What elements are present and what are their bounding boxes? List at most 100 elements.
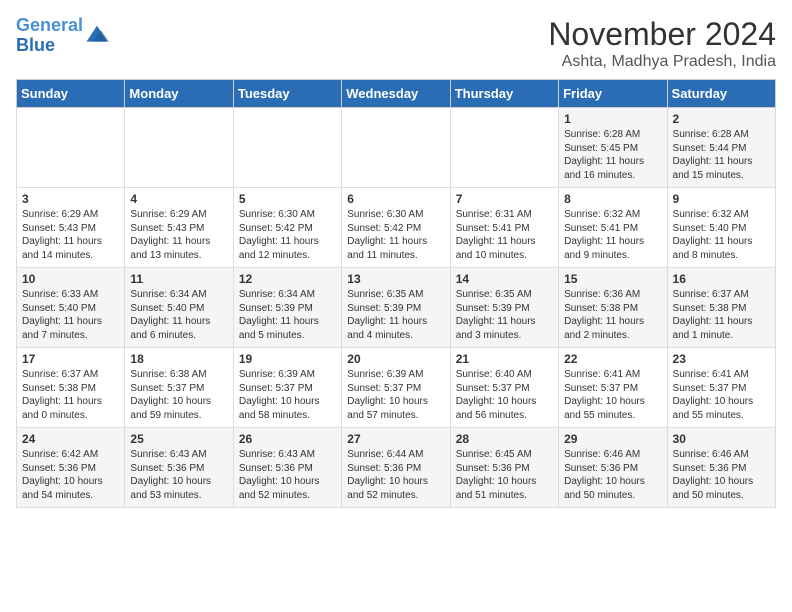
day-number: 12 [239, 272, 336, 286]
day-number: 13 [347, 272, 444, 286]
logo: General Blue [16, 16, 109, 56]
week-row-5: 24 Sunrise: 6:42 AM Sunset: 5:36 PM Dayli… [17, 428, 776, 508]
header-cell-friday: Friday [559, 80, 667, 108]
cell-content: Sunrise: 6:34 AM Sunset: 5:39 PM Dayligh… [239, 288, 336, 342]
location-text: Ashta, Madhya Pradesh, India [548, 53, 776, 71]
header-cell-tuesday: Tuesday [233, 80, 341, 108]
calendar-cell: 11Sunrise: 6:34 AM Sunset: 5:40 PM Dayli… [125, 268, 233, 348]
day-number: 3 [22, 192, 119, 206]
cell-content: Sunrise: 6:46 AM Sunset: 5:36 PM Dayligh… [564, 448, 661, 502]
day-number: 10 [22, 272, 119, 286]
calendar-cell: 17 Sunrise: 6:37 AM Sunset: 5:38 PM Dayli… [17, 348, 125, 428]
calendar-cell: 26 Sunrise: 6:43 AM Sunset: 5:36 PM Dayli… [233, 428, 341, 508]
cell-content: Sunrise: 6:41 AM Sunset: 5:37 PM Dayligh… [673, 368, 770, 422]
calendar-header: SundayMondayTuesdayWednesdayThursdayFrid… [17, 80, 776, 108]
cell-content: Sunrise: 6:39 AM Sunset: 5:37 PM Dayligh… [347, 368, 444, 422]
calendar-cell: 27 Sunrise: 6:44 AM Sunset: 5:36 PM Dayli… [342, 428, 450, 508]
calendar-cell: 6Sunrise: 6:30 AM Sunset: 5:42 PM Daylig… [342, 188, 450, 268]
header-cell-wednesday: Wednesday [342, 80, 450, 108]
cell-content: Sunrise: 6:29 AM Sunset: 5:43 PM Dayligh… [130, 208, 227, 262]
cell-content: Sunrise: 6:36 AM Sunset: 5:38 PM Dayligh… [564, 288, 661, 342]
header-cell-sunday: Sunday [17, 80, 125, 108]
calendar-cell [17, 108, 125, 188]
week-row-1: 1Sunrise: 6:28 AM Sunset: 5:45 PM Daylig… [17, 108, 776, 188]
week-row-4: 17 Sunrise: 6:37 AM Sunset: 5:38 PM Dayli… [17, 348, 776, 428]
calendar-cell: 21 Sunrise: 6:40 AM Sunset: 5:37 PM Dayli… [450, 348, 558, 428]
calendar-cell: 28 Sunrise: 6:45 AM Sunset: 5:36 PM Dayli… [450, 428, 558, 508]
calendar-cell [450, 108, 558, 188]
calendar-cell: 3 Sunrise: 6:29 AM Sunset: 5:43 PM Daylig… [17, 188, 125, 268]
day-number: 30 [673, 432, 770, 446]
month-title: November 2024 [548, 16, 776, 53]
calendar-cell: 16 Sunrise: 6:37 AM Sunset: 5:38 PM Dayli… [667, 268, 775, 348]
cell-content: Sunrise: 6:35 AM Sunset: 5:39 PM Dayligh… [347, 288, 444, 342]
header-cell-saturday: Saturday [667, 80, 775, 108]
day-number: 17 [22, 352, 119, 366]
header-cell-monday: Monday [125, 80, 233, 108]
cell-content: Sunrise: 6:31 AM Sunset: 5:41 PM Dayligh… [456, 208, 553, 262]
cell-content: Sunrise: 6:44 AM Sunset: 5:36 PM Dayligh… [347, 448, 444, 502]
week-row-3: 10Sunrise: 6:33 AM Sunset: 5:40 PM Dayli… [17, 268, 776, 348]
calendar-cell: 8Sunrise: 6:32 AM Sunset: 5:41 PM Daylig… [559, 188, 667, 268]
cell-content: Sunrise: 6:32 AM Sunset: 5:41 PM Dayligh… [564, 208, 661, 262]
header-row: SundayMondayTuesdayWednesdayThursdayFrid… [17, 80, 776, 108]
cell-content: Sunrise: 6:38 AM Sunset: 5:37 PM Dayligh… [130, 368, 227, 422]
day-number: 18 [130, 352, 227, 366]
calendar-cell: 2 Sunrise: 6:28 AM Sunset: 5:44 PM Daylig… [667, 108, 775, 188]
calendar-cell: 10Sunrise: 6:33 AM Sunset: 5:40 PM Dayli… [17, 268, 125, 348]
day-number: 29 [564, 432, 661, 446]
calendar-cell: 24 Sunrise: 6:42 AM Sunset: 5:36 PM Dayli… [17, 428, 125, 508]
calendar-cell [125, 108, 233, 188]
calendar-cell: 12 Sunrise: 6:34 AM Sunset: 5:39 PM Dayli… [233, 268, 341, 348]
calendar-cell: 7Sunrise: 6:31 AM Sunset: 5:41 PM Daylig… [450, 188, 558, 268]
week-row-2: 3 Sunrise: 6:29 AM Sunset: 5:43 PM Daylig… [17, 188, 776, 268]
calendar-cell: 4 Sunrise: 6:29 AM Sunset: 5:43 PM Daylig… [125, 188, 233, 268]
day-number: 16 [673, 272, 770, 286]
day-number: 11 [130, 272, 227, 286]
cell-content: Sunrise: 6:28 AM Sunset: 5:45 PM Dayligh… [564, 128, 661, 182]
day-number: 2 [673, 112, 770, 126]
day-number: 14 [456, 272, 553, 286]
calendar-cell: 23 Sunrise: 6:41 AM Sunset: 5:37 PM Dayli… [667, 348, 775, 428]
logo-icon [85, 24, 109, 48]
calendar-table: SundayMondayTuesdayWednesdayThursdayFrid… [16, 79, 776, 508]
title-block: November 2024 Ashta, Madhya Pradesh, Ind… [548, 16, 776, 71]
day-number: 6 [347, 192, 444, 206]
calendar-cell: 25Sunrise: 6:43 AM Sunset: 5:36 PM Dayli… [125, 428, 233, 508]
cell-content: Sunrise: 6:45 AM Sunset: 5:36 PM Dayligh… [456, 448, 553, 502]
calendar-cell: 29 Sunrise: 6:46 AM Sunset: 5:36 PM Dayli… [559, 428, 667, 508]
cell-content: Sunrise: 6:28 AM Sunset: 5:44 PM Dayligh… [673, 128, 770, 182]
calendar-cell: 30Sunrise: 6:46 AM Sunset: 5:36 PM Dayli… [667, 428, 775, 508]
day-number: 22 [564, 352, 661, 366]
calendar-cell [342, 108, 450, 188]
header-cell-thursday: Thursday [450, 80, 558, 108]
day-number: 21 [456, 352, 553, 366]
day-number: 5 [239, 192, 336, 206]
day-number: 20 [347, 352, 444, 366]
day-number: 28 [456, 432, 553, 446]
cell-content: Sunrise: 6:39 AM Sunset: 5:37 PM Dayligh… [239, 368, 336, 422]
day-number: 4 [130, 192, 227, 206]
day-number: 9 [673, 192, 770, 206]
calendar-cell: 14Sunrise: 6:35 AM Sunset: 5:39 PM Dayli… [450, 268, 558, 348]
page-header: General Blue November 2024 Ashta, Madhya… [16, 16, 776, 71]
cell-content: Sunrise: 6:40 AM Sunset: 5:37 PM Dayligh… [456, 368, 553, 422]
cell-content: Sunrise: 6:41 AM Sunset: 5:37 PM Dayligh… [564, 368, 661, 422]
cell-content: Sunrise: 6:29 AM Sunset: 5:43 PM Dayligh… [22, 208, 119, 262]
calendar-cell: 18 Sunrise: 6:38 AM Sunset: 5:37 PM Dayli… [125, 348, 233, 428]
cell-content: Sunrise: 6:37 AM Sunset: 5:38 PM Dayligh… [22, 368, 119, 422]
day-number: 26 [239, 432, 336, 446]
calendar-cell: 1Sunrise: 6:28 AM Sunset: 5:45 PM Daylig… [559, 108, 667, 188]
cell-content: Sunrise: 6:37 AM Sunset: 5:38 PM Dayligh… [673, 288, 770, 342]
logo-text: General Blue [16, 16, 83, 56]
cell-content: Sunrise: 6:43 AM Sunset: 5:36 PM Dayligh… [239, 448, 336, 502]
cell-content: Sunrise: 6:42 AM Sunset: 5:36 PM Dayligh… [22, 448, 119, 502]
cell-content: Sunrise: 6:30 AM Sunset: 5:42 PM Dayligh… [239, 208, 336, 262]
calendar-cell: 20 Sunrise: 6:39 AM Sunset: 5:37 PM Dayli… [342, 348, 450, 428]
day-number: 24 [22, 432, 119, 446]
day-number: 15 [564, 272, 661, 286]
calendar-cell: 22 Sunrise: 6:41 AM Sunset: 5:37 PM Dayli… [559, 348, 667, 428]
day-number: 23 [673, 352, 770, 366]
day-number: 27 [347, 432, 444, 446]
day-number: 19 [239, 352, 336, 366]
